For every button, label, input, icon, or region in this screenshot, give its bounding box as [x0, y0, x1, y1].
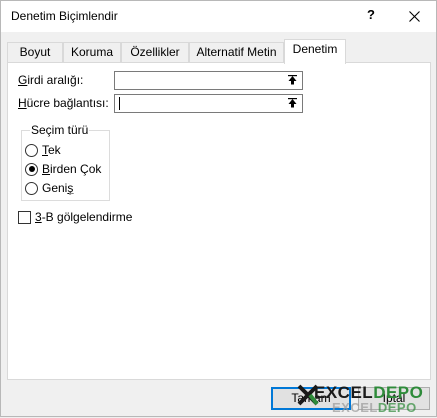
selection-type-title: Seçim türü [30, 123, 90, 137]
title-bar: Denetim Biçimlendir ? [1, 1, 436, 32]
radio-multi[interactable]: Birden Çok [25, 161, 101, 177]
input-range-field[interactable] [114, 71, 303, 90]
close-icon [408, 10, 420, 22]
tab-protection[interactable]: Koruma [63, 42, 121, 63]
help-button[interactable]: ? [356, 2, 386, 30]
cell-link-field[interactable] [114, 94, 303, 113]
tab-control[interactable]: Denetim [284, 39, 346, 64]
input-range-ref-button[interactable] [283, 72, 302, 89]
control-tab-panel: Girdi aralığı: Hücre bağlantısı: Seçim t… [7, 62, 431, 380]
tab-properties[interactable]: Özellikler [121, 42, 189, 63]
radio-button[interactable] [25, 181, 38, 195]
selection-type-group: Seçim türü Tek Birden Çok Geniş [21, 123, 110, 201]
close-button[interactable] [397, 2, 431, 30]
input-range-label: Girdi aralığı: [18, 73, 84, 87]
radio-button-selected[interactable] [25, 162, 38, 176]
cell-link-ref-button[interactable] [283, 95, 302, 112]
tab-size[interactable]: Boyut [7, 42, 63, 63]
collapse-dialog-icon [288, 75, 297, 85]
radio-single-label: Tek [42, 143, 61, 157]
ok-button[interactable]: Tamam [271, 387, 351, 410]
format-control-dialog: Denetim Biçimlendir ? Boyut Koruma Özell… [0, 0, 437, 417]
cancel-button[interactable]: İptal [358, 387, 430, 410]
collapse-dialog-icon [288, 98, 297, 108]
tab-strip: Boyut Koruma Özellikler Alternatif Metin… [7, 39, 431, 64]
radio-multi-label: Birden Çok [42, 162, 102, 176]
radio-single[interactable]: Tek [25, 142, 61, 158]
radio-extend[interactable]: Geniş [25, 180, 73, 196]
text-cursor [119, 97, 120, 110]
checkbox[interactable] [18, 210, 31, 224]
shading-3d-label: 3-B gölgelendirme [35, 210, 133, 224]
radio-extend-label: Geniş [42, 181, 74, 195]
radio-button[interactable] [25, 143, 38, 157]
tab-alt-text[interactable]: Alternatif Metin [189, 42, 284, 63]
shading-3d-checkbox[interactable]: 3-B gölgelendirme [18, 210, 132, 224]
cell-link-label: Hücre bağlantısı: [18, 96, 109, 110]
dialog-title: Denetim Biçimlendir [11, 9, 118, 23]
